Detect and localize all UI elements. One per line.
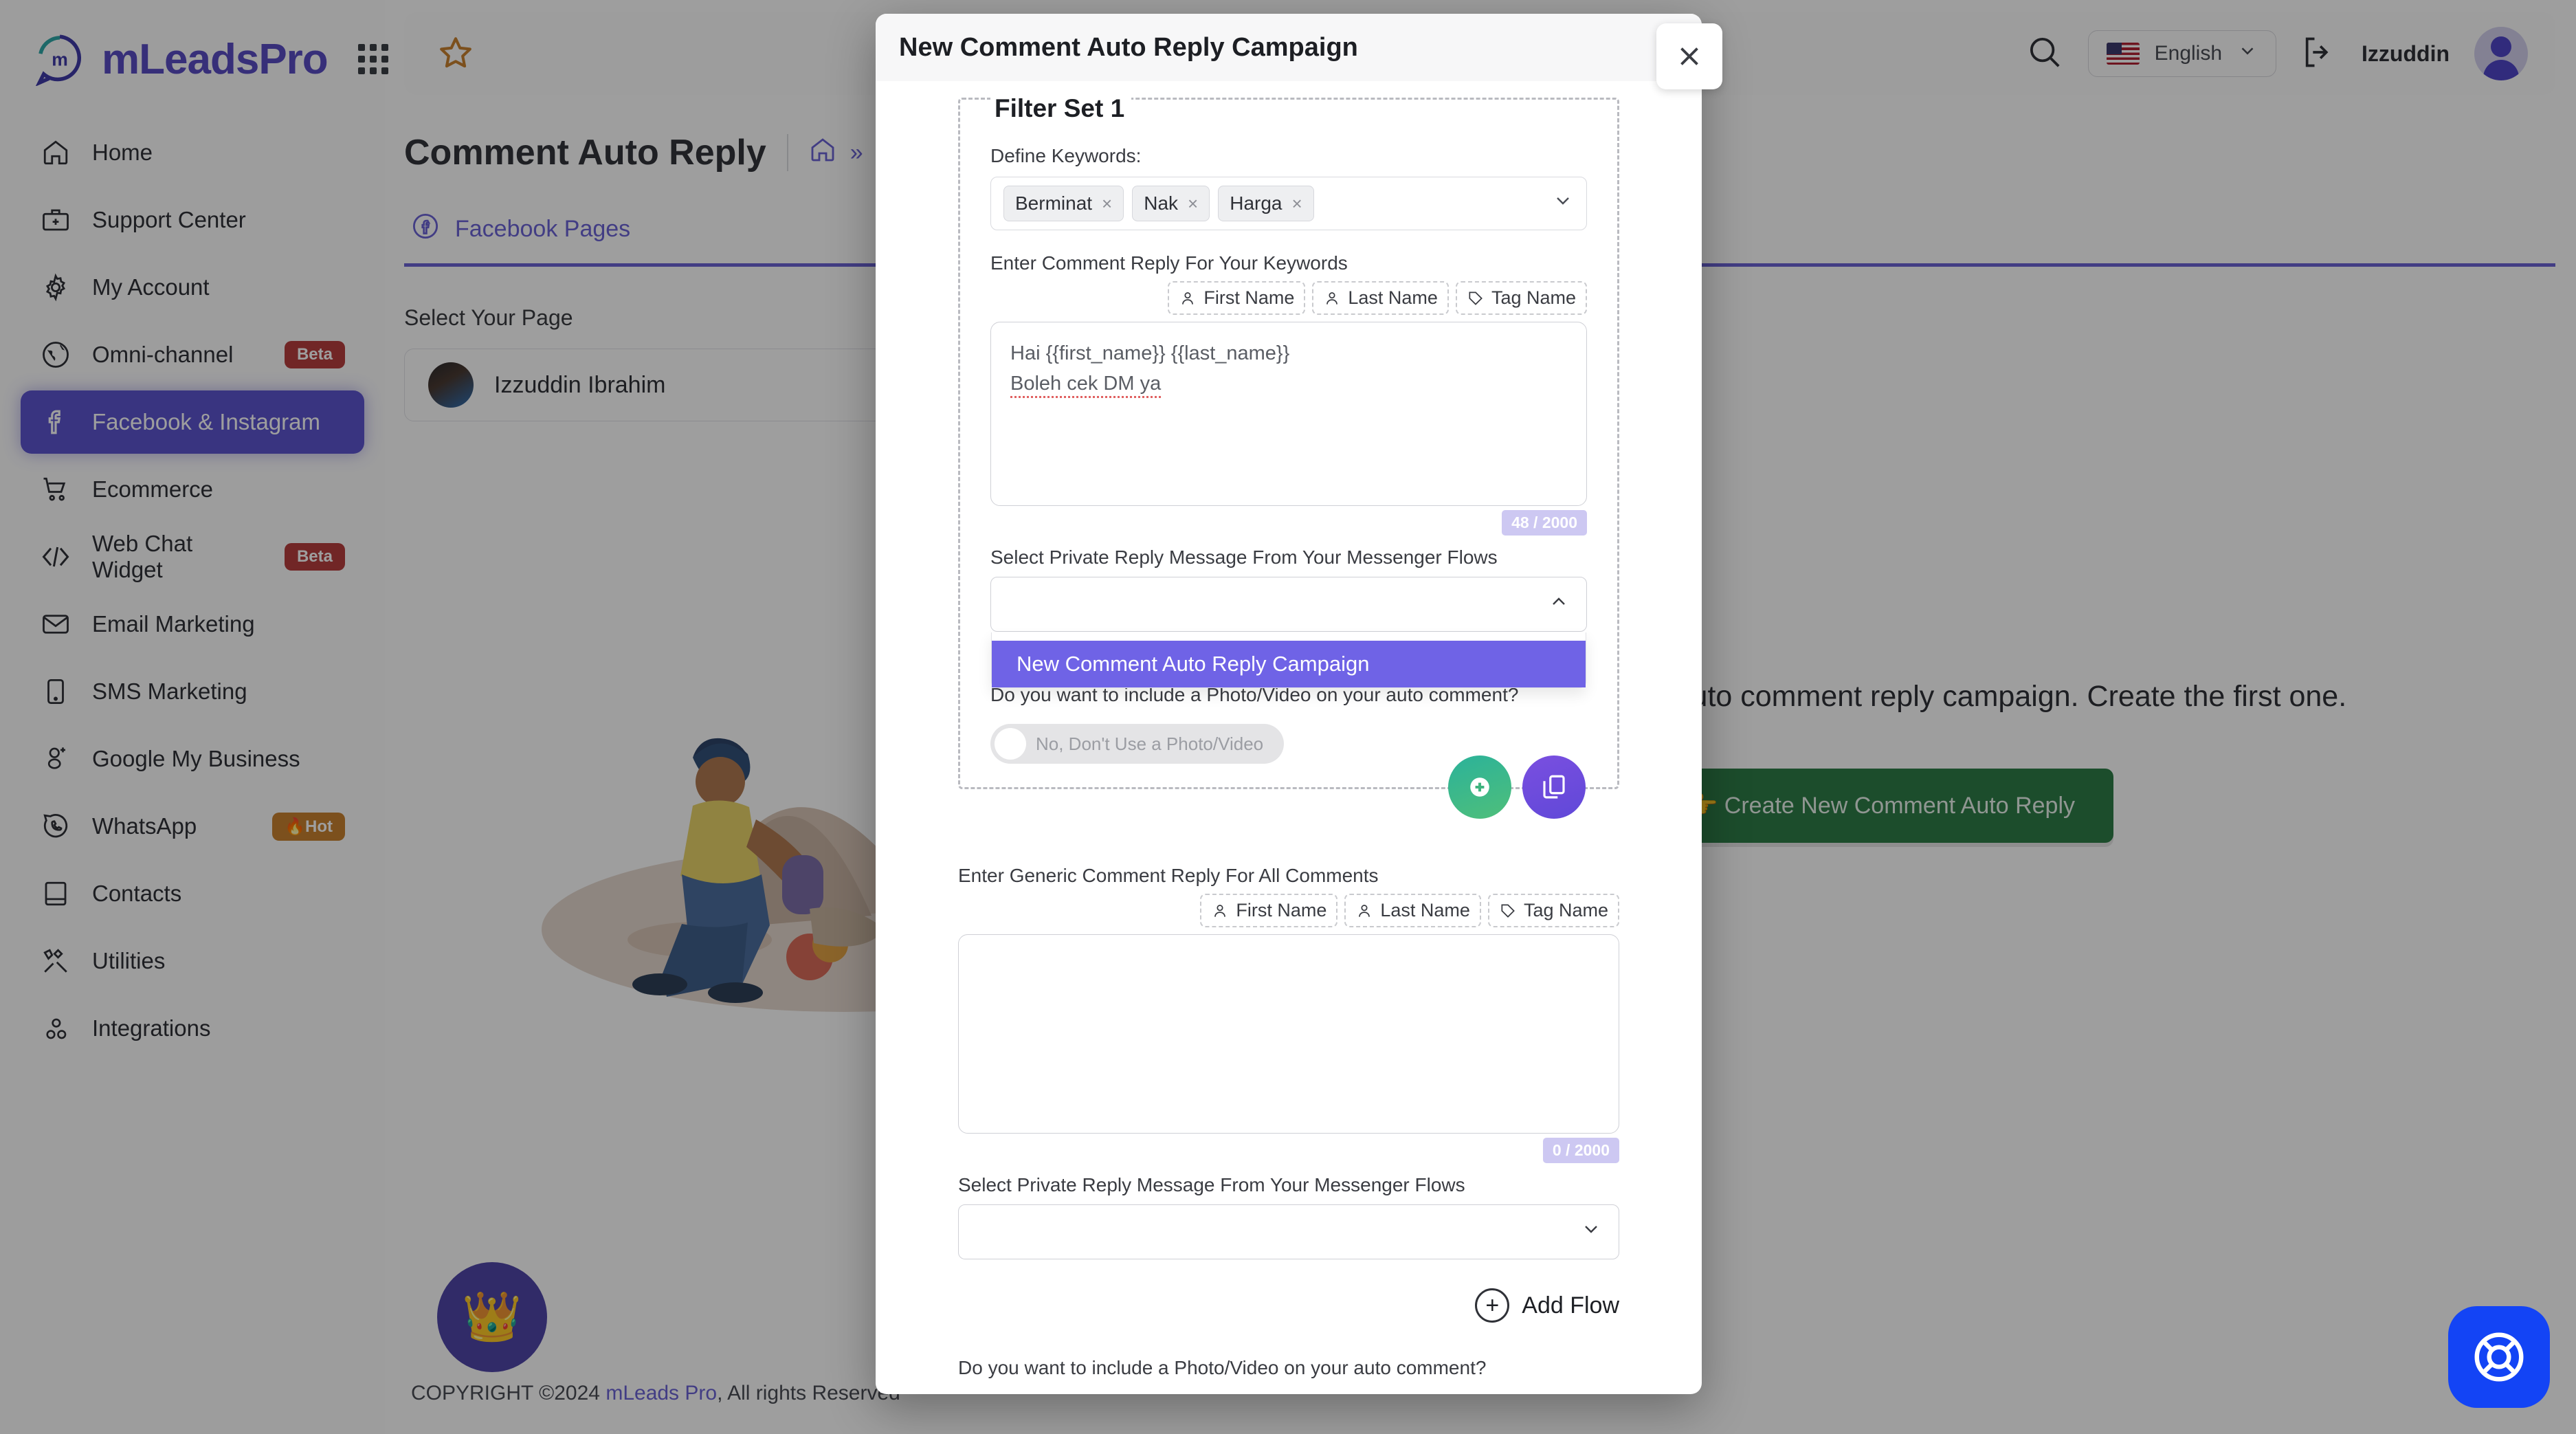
tag-icon (1469, 291, 1483, 305)
help-widget-button[interactable] (2448, 1306, 2550, 1408)
add-flow-button[interactable]: + Add Flow (958, 1288, 1619, 1323)
private-reply-dropdown-menu: New Comment Auto Reply Campaign (991, 632, 1586, 688)
add-flow-label: Add Flow (1522, 1292, 1619, 1319)
person-icon (1326, 291, 1338, 305)
token-tag-name[interactable]: Tag Name (1455, 281, 1587, 315)
keyword-chip[interactable]: Berminat × (1003, 186, 1124, 221)
keyword-label: Nak (1144, 192, 1179, 214)
keyword-reply-textarea[interactable]: Hai {{first_name}} {{last_name}} Boleh c… (990, 322, 1587, 506)
toggle-knob (995, 728, 1026, 760)
keyword-reply-label: Enter Comment Reply For Your Keywords (990, 252, 1348, 274)
generic-reply-char-counter: 0 / 2000 (1542, 1138, 1619, 1163)
generic-reply-textarea[interactable] (958, 934, 1619, 1134)
close-icon (1680, 47, 1698, 65)
dropdown-option-new-comment-auto-reply-campaign[interactable]: New Comment Auto Reply Campaign (992, 641, 1586, 687)
app-root: m mLeadsPro Home Support Center My Accou… (0, 0, 2576, 1434)
tag-icon (1501, 903, 1515, 918)
keyword-reply-line-2: Boleh cek DM ya (1010, 369, 1567, 399)
keyword-reply-char-counter: 48 / 2000 (1502, 510, 1587, 536)
generic-private-reply-select[interactable] (958, 1204, 1619, 1259)
chevron-down-icon[interactable] (1552, 190, 1574, 217)
new-campaign-modal: New Comment Auto Reply Campaign Filter S… (876, 14, 1702, 1394)
plus-circle-icon (1470, 777, 1489, 797)
chevron-down-icon[interactable] (1580, 1218, 1602, 1246)
token-last-name[interactable]: Last Name (1344, 894, 1481, 927)
toggle-label: No, Don't Use a Photo/Video (1036, 733, 1264, 754)
private-reply-label: Select Private Reply Message From Your M… (990, 547, 1498, 568)
merge-token-row-generic: First Name Last Name Tag Name (958, 894, 1619, 927)
close-modal-button[interactable] (1656, 23, 1722, 89)
token-label: Tag Name (1491, 287, 1576, 308)
keyword-label: Harga (1230, 192, 1283, 214)
plus-circle-icon: + (1475, 1288, 1510, 1323)
token-label: Last Name (1380, 900, 1470, 920)
filter-set-title: Filter Set 1 (990, 85, 1132, 130)
lifebuoy-icon (2474, 1332, 2524, 1382)
keyword-chip[interactable]: Nak × (1132, 186, 1210, 221)
person-icon (1182, 291, 1194, 305)
modal-title: New Comment Auto Reply Campaign (876, 14, 1702, 81)
token-last-name[interactable]: Last Name (1312, 281, 1449, 315)
remove-keyword-icon[interactable]: × (1291, 193, 1302, 214)
photo-video-toggle[interactable]: No, Don't Use a Photo/Video (990, 724, 1285, 764)
token-tag-name[interactable]: Tag Name (1487, 894, 1619, 927)
token-first-name[interactable]: First Name (1168, 281, 1306, 315)
duplicate-filter-set-button[interactable] (1522, 755, 1586, 819)
token-label: First Name (1236, 900, 1327, 920)
define-keywords-label: Define Keywords: (990, 145, 1142, 166)
token-first-name[interactable]: First Name (1200, 894, 1338, 927)
private-reply-select[interactable]: New Comment Auto Reply Campaign (990, 577, 1587, 688)
keywords-input[interactable]: Berminat × Nak × Harga × (990, 177, 1587, 230)
remove-keyword-icon[interactable]: × (1102, 193, 1112, 214)
filter-set-actions (1448, 755, 1586, 819)
token-label: Tag Name (1523, 900, 1608, 920)
filter-set-1: Filter Set 1 Define Keywords: Berminat ×… (958, 85, 1619, 819)
token-label: Last Name (1348, 287, 1438, 308)
photo-question-bottom-label: Do you want to include a Photo/Video on … (958, 1357, 1487, 1378)
generic-private-reply-label: Select Private Reply Message From Your M… (958, 1174, 1465, 1195)
modal-body: Filter Set 1 Define Keywords: Berminat ×… (876, 81, 1702, 1394)
person-icon (1214, 904, 1226, 917)
keyword-reply-line-1: Hai {{first_name}} {{last_name}} (1010, 342, 1290, 364)
add-filter-set-button[interactable] (1448, 755, 1511, 819)
merge-token-row: First Name Last Name Tag Name (990, 281, 1587, 315)
keyword-chip[interactable]: Harga × (1218, 186, 1314, 221)
keyword-label: Berminat (1015, 192, 1093, 214)
chevron-up-icon[interactable] (1548, 591, 1570, 618)
generic-reply-label: Enter Generic Comment Reply For All Comm… (958, 865, 1379, 886)
copy-icon (1543, 775, 1565, 799)
person-icon (1359, 904, 1370, 917)
token-label: First Name (1203, 287, 1295, 308)
generic-reply-section: Enter Generic Comment Reply For All Comm… (958, 865, 1619, 1379)
remove-keyword-icon[interactable]: × (1188, 193, 1198, 214)
